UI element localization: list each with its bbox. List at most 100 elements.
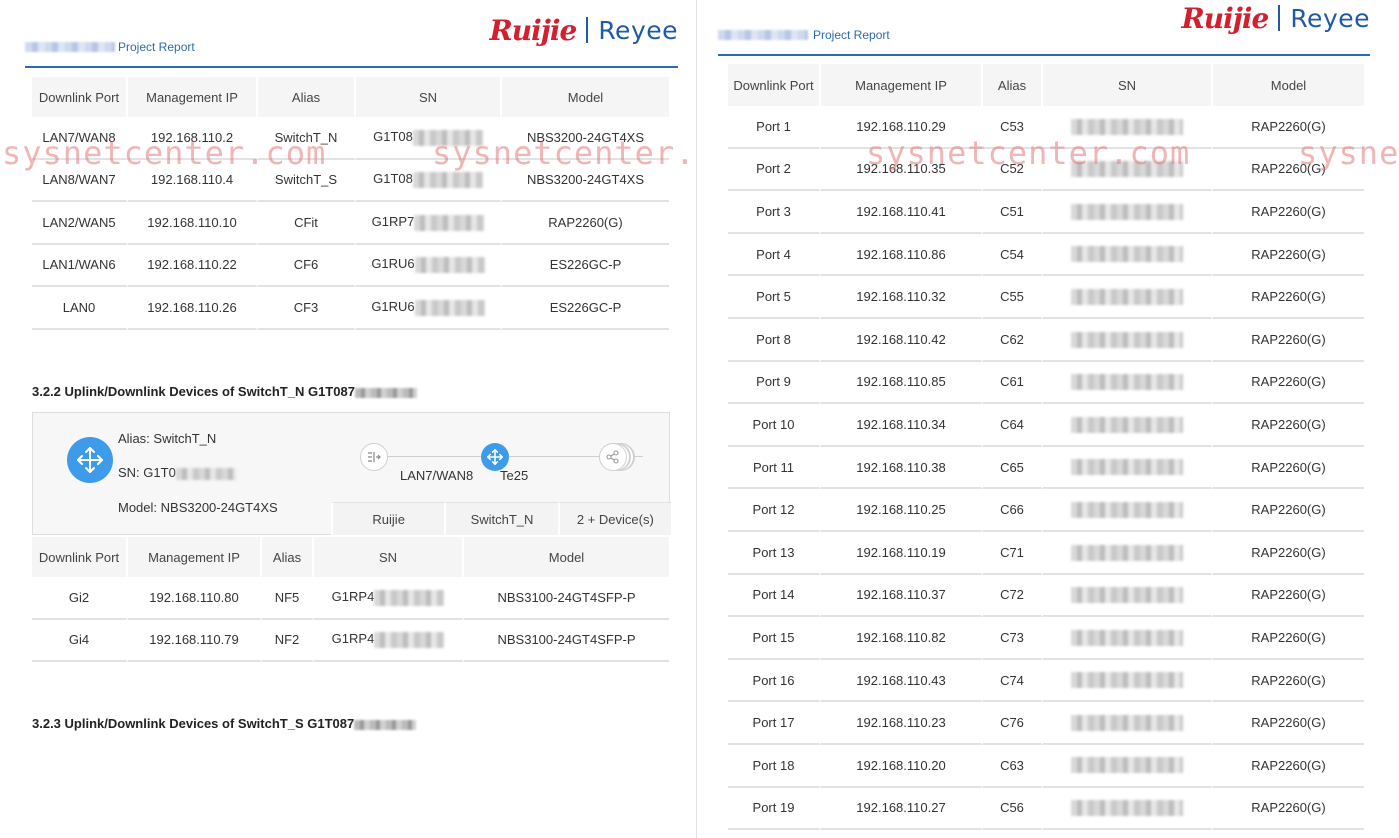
cell-alias: C55 bbox=[983, 276, 1043, 319]
ruijie-logo-text: Ruijie bbox=[1181, 1, 1269, 35]
redacted-sn bbox=[1071, 161, 1183, 178]
cell-management-ip: 192.168.110.79 bbox=[128, 619, 262, 662]
col-header-sn: SN bbox=[1043, 64, 1213, 106]
cell-model: NBS3200-24GT4XS bbox=[502, 117, 669, 160]
cell-alias: C74 bbox=[983, 659, 1043, 703]
cell-management-ip: 192.168.110.32 bbox=[821, 276, 983, 319]
col-header-model: Model bbox=[1213, 64, 1364, 106]
table-row: LAN8/WAN7 192.168.110.4 SwitchT_S G1T08 NBS3… bbox=[32, 159, 669, 202]
col-header-model: Model bbox=[502, 77, 669, 117]
sn-prefix: G1RU6 bbox=[371, 256, 415, 272]
cell-downlink-port: LAN7/WAN8 bbox=[32, 117, 128, 160]
cell-model: RAP2260(G) bbox=[1213, 660, 1364, 703]
cell-sn: G1RP7 bbox=[356, 202, 502, 245]
section-heading-322: 3.2.2 Uplink/Downlink Devices of SwitchT… bbox=[32, 384, 417, 399]
cell-model: RAP2260(G) bbox=[1213, 489, 1364, 532]
redacted-sn bbox=[1071, 118, 1183, 135]
cell-alias: C64 bbox=[983, 404, 1043, 447]
logo-divider bbox=[586, 17, 589, 43]
cell-alias: NF2 bbox=[262, 619, 314, 662]
table-header-row: Downlink Port Management IP Alias SN Mod… bbox=[32, 77, 669, 117]
table-header-row: Downlink Port Management IP Alias SN Mod… bbox=[32, 537, 669, 577]
reyee-logo-text: Reyee bbox=[598, 15, 678, 45]
report-page-right: Project Report Ruijie Reyee Downlink Por… bbox=[698, 0, 1399, 838]
col-header-downlink-port: Downlink Port bbox=[728, 64, 821, 106]
table-row: Port 18 192.168.110.20 C63 RAP2260(G) bbox=[728, 744, 1364, 788]
cell-management-ip: 192.168.110.82 bbox=[821, 617, 983, 660]
topology-tabs: Ruijie SwitchT_N 2 + Device(s) bbox=[331, 502, 671, 535]
cell-management-ip: 192.168.110.23 bbox=[821, 702, 983, 745]
redacted-sn bbox=[354, 387, 417, 398]
ruijie-reyee-logo: Ruijie Reyee bbox=[1181, 0, 1370, 36]
table-row: Port 2 192.168.110.35 C52 RAP2260(G) bbox=[728, 148, 1364, 192]
tab-ruijie[interactable]: Ruijie bbox=[331, 502, 445, 535]
cell-sn: G1RU6 bbox=[356, 287, 502, 330]
cell-model: RAP2260(G) bbox=[1213, 319, 1364, 362]
table-row: Port 1 192.168.110.29 C53 RAP2260(G) bbox=[728, 106, 1364, 149]
cell-model: RAP2260(G) bbox=[1213, 745, 1364, 788]
cell-model: RAP2260(G) bbox=[502, 202, 669, 245]
cell-alias: C52 bbox=[983, 148, 1043, 192]
device-sn-text: SN: G1T0 bbox=[118, 465, 176, 480]
cell-downlink-port: Port 3 bbox=[728, 191, 821, 234]
cell-model: RAP2260(G) bbox=[1213, 617, 1364, 660]
cell-alias: NF5 bbox=[262, 577, 314, 620]
cell-model: ES226GC-P bbox=[502, 245, 669, 287]
cell-management-ip: 192.168.110.29 bbox=[821, 106, 983, 149]
cell-model: RAP2260(G) bbox=[1213, 575, 1364, 618]
report-title: Project Report bbox=[118, 40, 195, 54]
cell-downlink-port: Port 4 bbox=[728, 233, 821, 277]
cell-management-ip: 192.168.110.10 bbox=[128, 202, 258, 245]
cell-sn bbox=[1043, 489, 1213, 532]
redacted-sn bbox=[1071, 416, 1183, 433]
cell-model: ES226GC-P bbox=[502, 287, 669, 330]
cell-downlink-port: LAN1/WAN6 bbox=[32, 244, 128, 287]
cell-management-ip: 192.168.110.25 bbox=[821, 489, 983, 532]
device-alias: Alias: SwitchT_N bbox=[118, 431, 217, 446]
cell-alias: C54 bbox=[983, 233, 1043, 277]
access-point-group-icon[interactable] bbox=[599, 443, 627, 471]
sn-prefix: G1RP4 bbox=[331, 588, 375, 604]
cell-downlink-port: Port 8 bbox=[728, 318, 821, 362]
cell-sn bbox=[1043, 702, 1213, 745]
table-header-row: Downlink Port Management IP Alias SN Mod… bbox=[728, 64, 1364, 106]
cell-model: RAP2260(G) bbox=[1213, 404, 1364, 447]
tab-devices[interactable]: 2 + Device(s) bbox=[557, 502, 671, 535]
col-header-management-ip: Management IP bbox=[128, 537, 262, 577]
cell-sn bbox=[1043, 148, 1213, 192]
cell-downlink-port: Port 19 bbox=[728, 787, 821, 831]
sn-prefix: G1RP4 bbox=[331, 631, 375, 647]
tab-switcht-n[interactable]: SwitchT_N bbox=[444, 502, 558, 535]
cell-sn: G1RP4 bbox=[314, 619, 464, 662]
gateway-node-icon[interactable] bbox=[360, 443, 388, 471]
redacted-sn bbox=[1071, 714, 1183, 731]
cell-alias: CF6 bbox=[258, 244, 356, 287]
redacted-sn bbox=[414, 299, 485, 316]
cell-sn bbox=[1043, 361, 1213, 405]
table-row: Port 3 192.168.110.41 C51 RAP2260(G) bbox=[728, 191, 1364, 234]
switch-node-icon[interactable] bbox=[481, 443, 509, 471]
cell-downlink-port: Port 16 bbox=[728, 659, 821, 703]
switch-device-icon bbox=[67, 437, 113, 483]
redacted-sn bbox=[1071, 629, 1183, 646]
ruijie-logo-text: Ruijie bbox=[489, 13, 577, 47]
cell-downlink-port: Gi2 bbox=[32, 577, 128, 620]
table-row: Port 19 192.168.110.27 C56 RAP2260(G) bbox=[728, 787, 1364, 831]
col-header-alias: Alias bbox=[258, 77, 356, 117]
cell-management-ip: 192.168.110.86 bbox=[821, 233, 983, 277]
table-row: Port 5 192.168.110.32 C55 RAP2260(G) bbox=[728, 276, 1364, 319]
cell-downlink-port: LAN0 bbox=[32, 287, 128, 330]
cell-management-ip: 192.168.110.22 bbox=[128, 244, 258, 287]
device-model: Model: NBS3200-24GT4XS bbox=[118, 500, 278, 515]
col-header-alias: Alias bbox=[983, 64, 1043, 106]
cell-management-ip: 192.168.110.26 bbox=[128, 287, 258, 330]
table-row: Port 14 192.168.110.37 C72 RAP2260(G) bbox=[728, 574, 1364, 618]
cell-sn: G1T08 bbox=[356, 117, 502, 160]
switcht-n-downlink-table: Downlink Port Management IP Alias SN Mod… bbox=[32, 537, 669, 662]
section-heading-323: 3.2.3 Uplink/Downlink Devices of SwitchT… bbox=[32, 716, 417, 731]
cell-alias: C66 bbox=[983, 489, 1043, 532]
redacted-sn bbox=[412, 172, 483, 189]
cell-management-ip: 192.168.110.42 bbox=[821, 318, 983, 362]
cell-management-ip: 192.168.110.38 bbox=[821, 446, 983, 490]
cell-sn: G1RP4 bbox=[314, 577, 464, 620]
